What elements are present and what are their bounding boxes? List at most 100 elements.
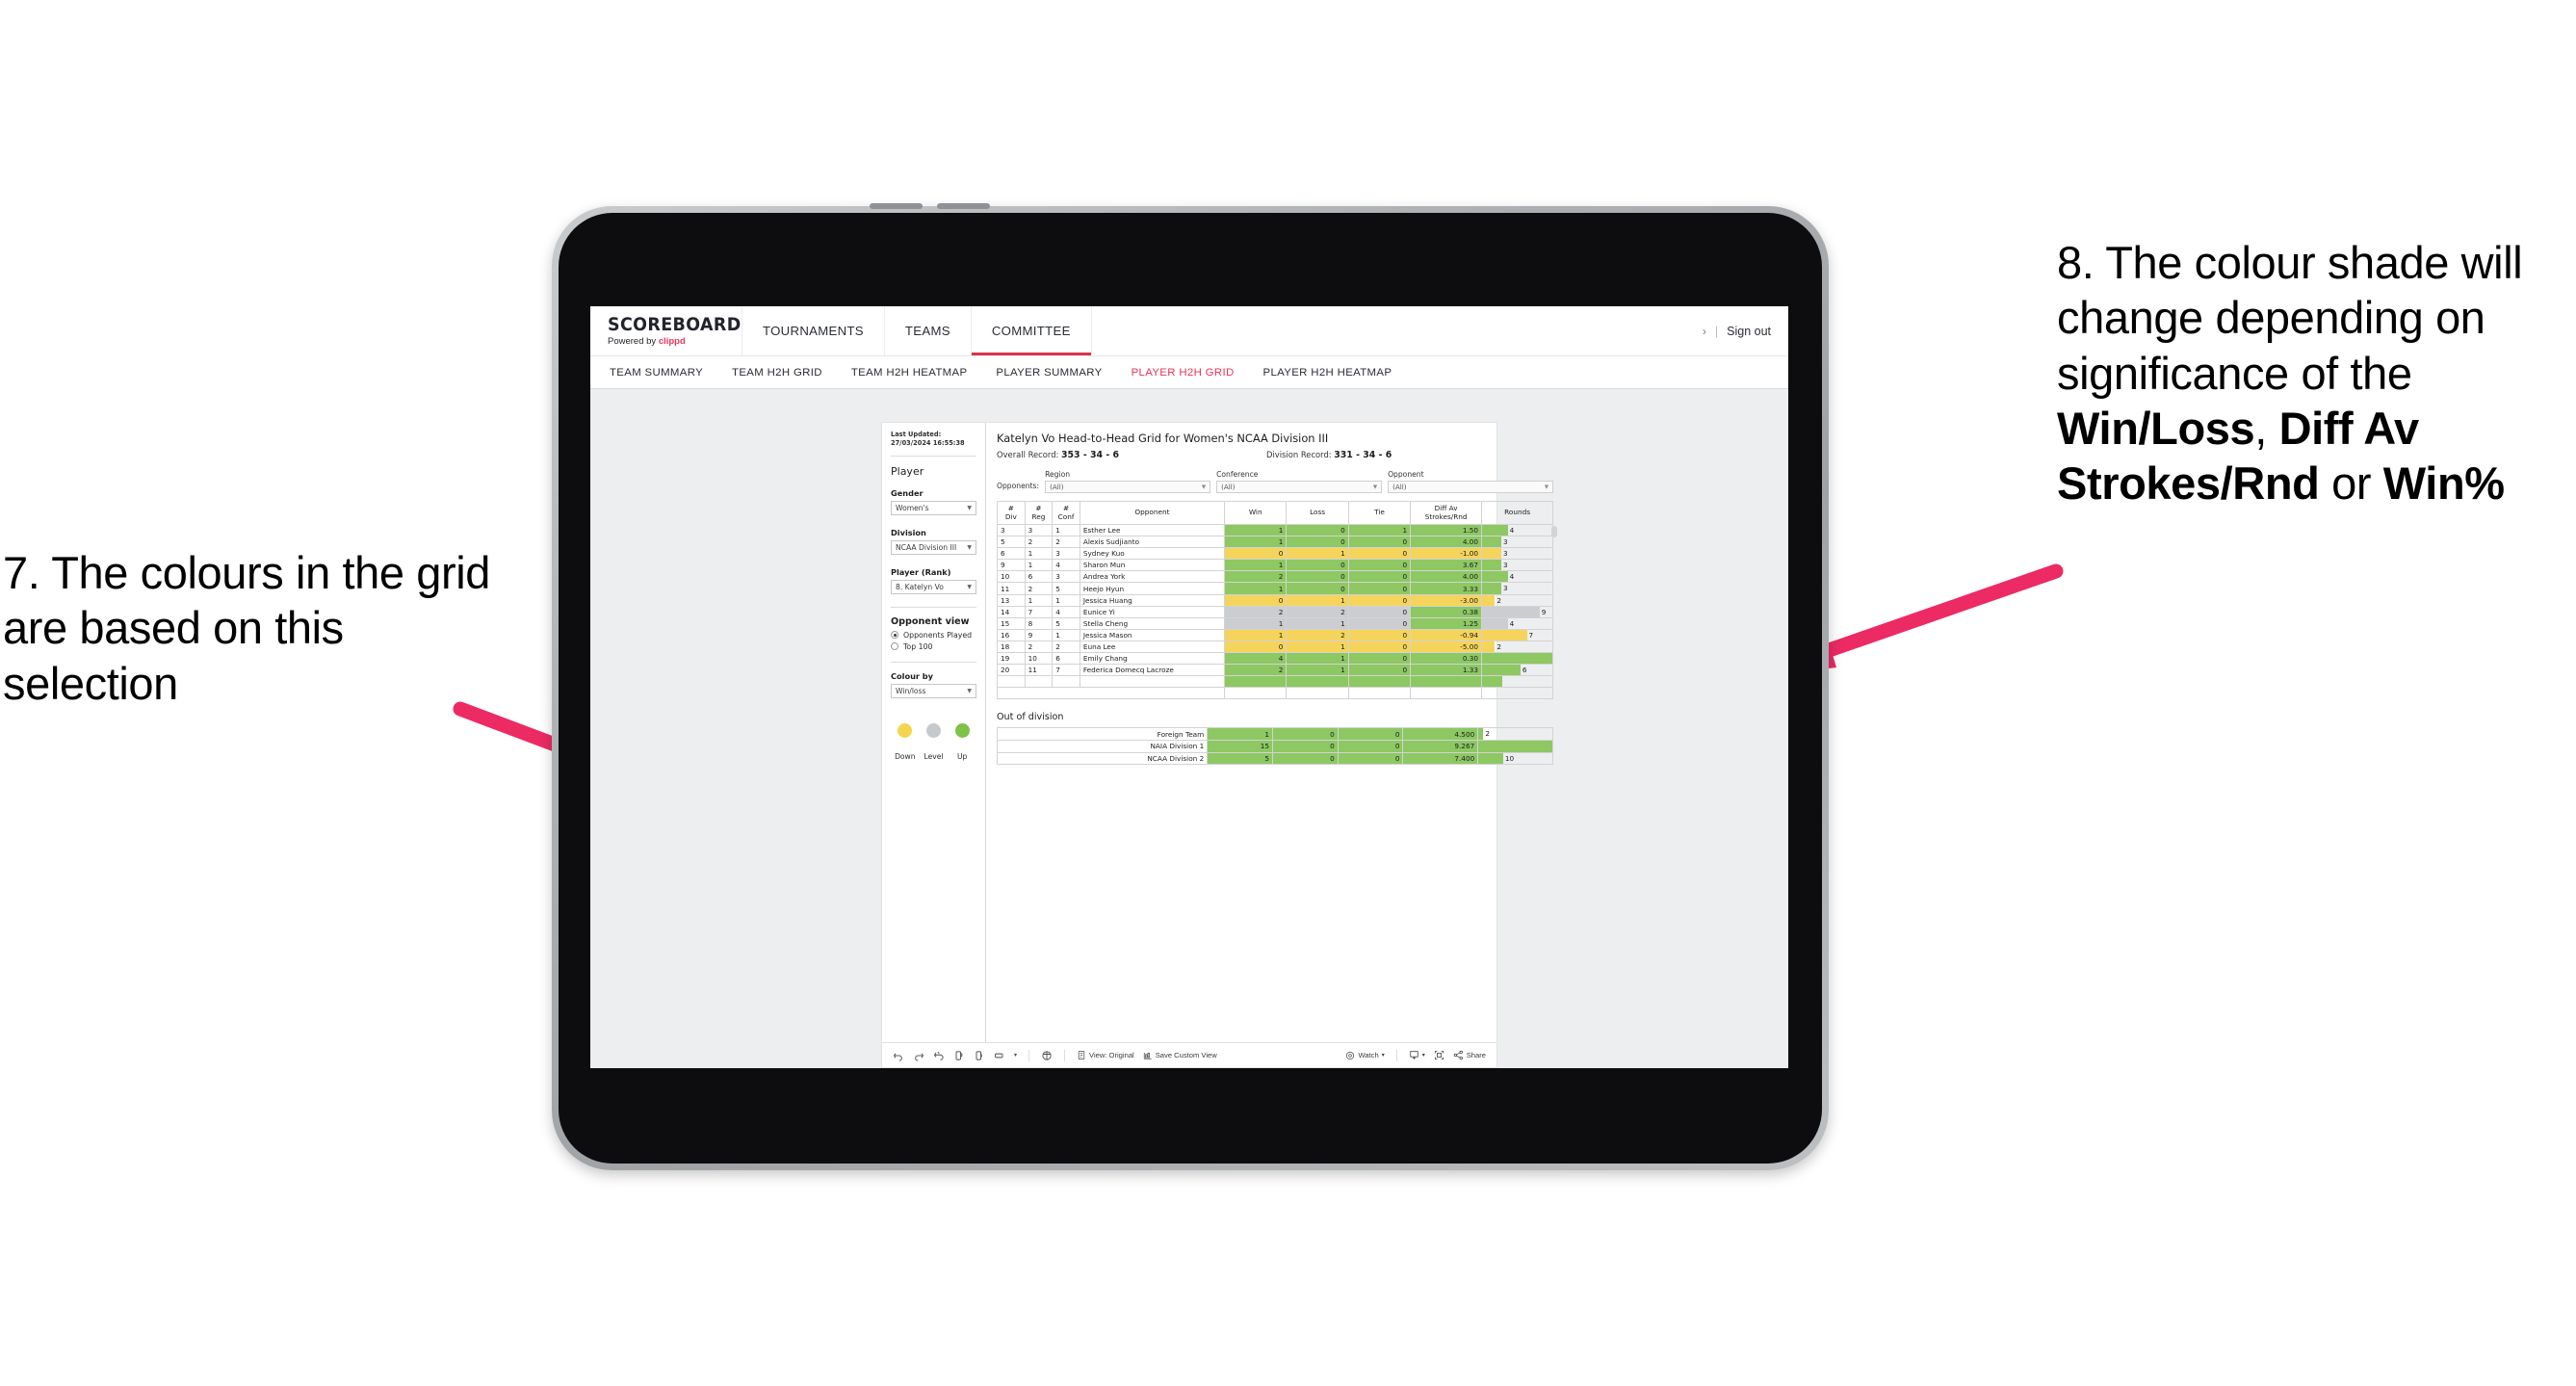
col-loss: Loss xyxy=(1286,501,1349,525)
cell-tie: 1 xyxy=(1347,523,1412,537)
nav-committee[interactable]: COMMITTEE xyxy=(972,306,1092,355)
rounds-value: 4 xyxy=(1509,526,1515,535)
filter-region-select[interactable]: (All) ▼ xyxy=(1045,481,1211,493)
save-custom-view-button[interactable]: Save Custom View xyxy=(1143,1050,1217,1060)
filter-conference-value: (All) xyxy=(1221,483,1236,491)
table-row[interactable]: 16 9 1 Jessica Mason 1 2 0 -0.94 7 xyxy=(997,628,1554,641)
rounds-bar xyxy=(1482,618,1508,629)
col-conf-l2: Conf xyxy=(1057,511,1075,521)
cell-loss: 0 xyxy=(1272,727,1339,741)
subnav-player-summary[interactable]: PLAYER SUMMARY xyxy=(996,367,1102,379)
share-button[interactable]: Share xyxy=(1453,1050,1486,1060)
gender-select[interactable]: Women's ▼ xyxy=(891,500,976,515)
cell-tie: 0 xyxy=(1347,547,1412,561)
table-row[interactable]: NAIA Division 115009.26730 xyxy=(996,740,1554,753)
grid-scrollbar[interactable] xyxy=(1551,526,1558,537)
grid-body: 3 3 1 Esther Lee 1 0 1 1.50 4 5 2 2 Alexis Sudjianto… xyxy=(996,523,1554,700)
cell-diff: 4.00 xyxy=(1410,570,1483,584)
cell-tie: 0 xyxy=(1347,605,1412,618)
brand-logo[interactable]: SCOREBOARD Powered by clippd xyxy=(590,306,742,355)
watch-button[interactable]: Watch ▾ xyxy=(1345,1051,1385,1060)
highlight-icon[interactable] xyxy=(1041,1050,1053,1061)
cell-loss: 0 xyxy=(1286,582,1349,595)
table-row[interactable]: 10 6 3 Andrea York 2 0 0 4.00 4 xyxy=(997,570,1554,584)
filter-opponent-select[interactable]: (All) ▼ xyxy=(1388,481,1554,493)
table-row[interactable]: 13 1 1 Jessica Huang 0 1 0 -3.00 2 xyxy=(997,593,1554,607)
col-rounds: Rounds xyxy=(1481,501,1554,525)
table-row[interactable]: 19106Emily Chang4100.3011 xyxy=(997,652,1554,666)
chevron-down-icon[interactable]: ▾ xyxy=(1014,1052,1017,1059)
nav-teams[interactable]: TEAMS xyxy=(885,306,972,355)
chevron-down-icon: ▼ xyxy=(967,687,972,694)
table-row[interactable]: 15 8 5 Stella Cheng 1 1 0 1.25 4 xyxy=(997,616,1554,630)
download-button[interactable]: ▾ xyxy=(1409,1050,1425,1060)
cell-diff: 3.33 xyxy=(1410,582,1483,595)
device-layout-icon[interactable] xyxy=(994,1050,1005,1061)
cell-conf: 1 xyxy=(1052,628,1080,641)
table-row[interactable]: 9 1 4 Sharon Mun 1 0 0 3.67 3 xyxy=(997,559,1554,572)
cell-opponent: Andrea York xyxy=(1079,570,1226,584)
table-row[interactable]: 6 1 3 Sydney Kuo 0 1 0 -1.00 3 xyxy=(997,547,1554,561)
subnav-player-h2h-heatmap[interactable]: PLAYER H2H HEATMAP xyxy=(1263,367,1392,379)
colour-by-select[interactable]: Win/loss ▼ xyxy=(891,683,976,698)
cell-rounds: 3 xyxy=(1481,559,1554,572)
cell-loss: 1 xyxy=(1286,547,1349,561)
table-row[interactable]: Foreign Team 1 0 0 4.500 2 xyxy=(996,727,1554,741)
records-row: Overall Record: 353 - 34 - 6 Division Re… xyxy=(997,450,1553,460)
refresh-icon[interactable] xyxy=(953,1050,965,1061)
cell-opponent: Federica Domecq Lacroze xyxy=(1079,664,1226,677)
rounds-bar xyxy=(1478,741,1552,752)
cell-div: 20 xyxy=(997,664,1026,677)
cell-reg: 7 xyxy=(1024,605,1054,618)
out-of-division-title: Out of division xyxy=(997,712,1064,723)
rounds-value: 10 xyxy=(1504,753,1515,763)
table-row[interactable]: 3 3 1 Esther Lee 1 0 1 1.50 4 xyxy=(997,523,1554,537)
table-row[interactable]: 18 2 2 Euna Lee 0 1 0 -5.00 2 xyxy=(997,640,1554,654)
table-row[interactable]: 20 11 7 Federica Domecq Lacroze 2 1 0 1.33 6 xyxy=(997,664,1554,677)
division-value: NCAA Division III xyxy=(896,542,957,552)
brand-tagline-prefix: Powered by xyxy=(608,335,659,347)
division-select[interactable]: NCAA Division III ▼ xyxy=(891,539,976,555)
cell-rounds: 3 xyxy=(1481,547,1554,561)
divider xyxy=(891,606,976,608)
filter-sidebar: Last Updated: 27/03/2024 16:55:38 Player… xyxy=(882,423,986,1042)
radio-icon-selected xyxy=(891,631,898,640)
legend-label-level: Level xyxy=(924,751,944,761)
radio-opponents-played[interactable]: Opponents Played xyxy=(891,631,976,640)
radio-top-100[interactable]: Top 100 xyxy=(891,642,976,651)
legend-dot-down xyxy=(898,722,913,738)
pause-updates-icon[interactable] xyxy=(974,1050,985,1061)
player-rank-select[interactable]: 8. Katelyn Vo ▼ xyxy=(891,579,976,594)
rounds-bar xyxy=(1482,630,1527,641)
chevron-right-icon[interactable]: › xyxy=(1703,325,1706,338)
nav-tournaments[interactable]: TOURNAMENTS xyxy=(742,306,885,355)
table-row[interactable]: 5 2 2 Alexis Sudjianto 1 0 0 4.00 3 xyxy=(997,536,1554,549)
subnav-team-h2h-heatmap[interactable]: TEAM H2H HEATMAP xyxy=(851,367,968,379)
legend-dot-up xyxy=(954,722,970,738)
view-original-label: View: Original xyxy=(1089,1051,1134,1059)
cell-win: 0 xyxy=(1224,593,1288,607)
redo-icon[interactable] xyxy=(913,1050,924,1061)
table-row[interactable]: 14 7 4 Eunice Yi 2 2 0 0.38 9 xyxy=(997,605,1554,618)
cell-win: 1 xyxy=(1224,628,1288,641)
subnav-team-h2h-grid[interactable]: TEAM H2H GRID xyxy=(732,367,822,379)
fullscreen-icon[interactable] xyxy=(1434,1050,1444,1060)
cell-div: 18 xyxy=(997,640,1026,654)
view-original-button[interactable]: View: Original xyxy=(1077,1050,1134,1060)
cell-loss: 0 xyxy=(1286,570,1349,584)
revert-icon[interactable] xyxy=(933,1050,945,1061)
empty-left xyxy=(996,687,1226,700)
chevron-down-icon: ▼ xyxy=(1372,484,1378,490)
sign-out-link[interactable]: Sign out xyxy=(1727,325,1771,338)
table-row[interactable]: NCAA Division 2 5 0 0 7.400 10 xyxy=(996,751,1554,766)
cell-loss: 0 xyxy=(1272,740,1339,753)
opponents-label: Opponents: xyxy=(997,482,1040,490)
undo-icon[interactable] xyxy=(893,1050,904,1061)
grid-header: # Div # Reg # Conf Opponent Win Loss Tie Di… xyxy=(997,501,1554,525)
subnav-player-h2h-grid[interactable]: PLAYER H2H GRID xyxy=(1132,367,1235,379)
table-row[interactable]: 11 2 5 Heejo Hyun 1 0 0 3.33 3 xyxy=(997,582,1554,595)
filter-conference-select[interactable]: (All) ▼ xyxy=(1216,481,1383,493)
subnav-team-summary[interactable]: TEAM SUMMARY xyxy=(610,367,703,379)
primary-nav: TOURNAMENTS TEAMS COMMITTEE xyxy=(742,306,1092,355)
brand-tagline: Powered by clippd xyxy=(608,337,742,347)
